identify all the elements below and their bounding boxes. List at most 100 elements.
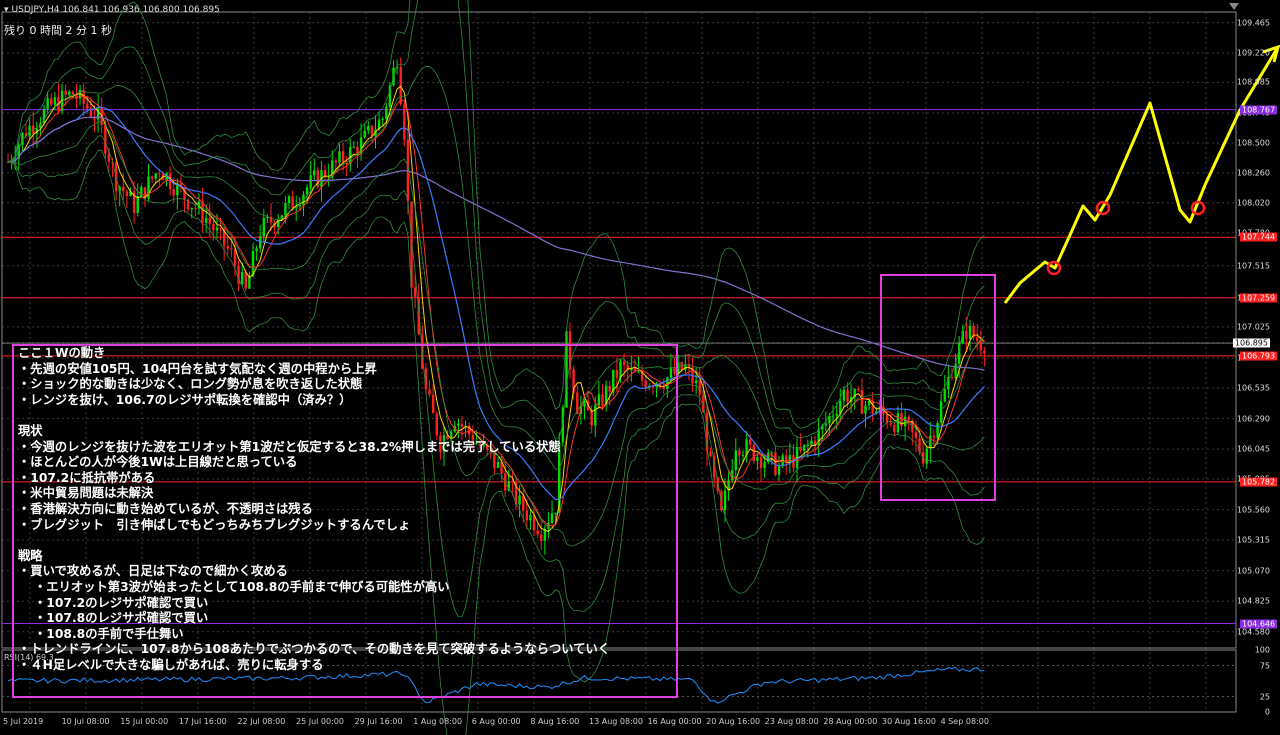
note-line: 現状 [18,423,43,438]
note-line: ・108.8の手前で手仕舞い [34,626,184,641]
candle-body [413,287,417,298]
candle-body [749,439,752,445]
candle-body [759,456,763,468]
candle-body [741,454,745,456]
time-tick-label: 1 Aug 08:00 [413,717,463,726]
note-line: ・ショック的な動きは少なく、ロング勢が息を吹き返した状態 [18,377,363,392]
candle-body [150,176,154,179]
candle-body [803,444,806,451]
note-line [18,533,610,549]
note-line: ・107.8のレジサポ確認で買い [34,611,209,626]
candle-body [615,369,619,378]
candle-body [269,216,273,223]
note-line: ・レンジを抜け、106.7のレジサポ転換を確認中（済み？） [18,392,352,407]
candle-body [136,196,139,214]
candle-body [305,187,309,195]
time-tick-label: 22 Jul 08:00 [237,717,286,726]
price-tick-label: 109.465 [1236,18,1270,28]
price-tick-label: 108.020 [1236,198,1270,208]
candle-body [673,368,676,374]
candle-body [226,245,229,249]
candle-body [381,118,384,120]
note-line [18,408,610,424]
candle-body [341,151,345,163]
price-tick-label: 106.535 [1236,383,1270,393]
time-tick-label: 10 Jul 08:00 [61,717,110,726]
time-tick-label: 13 Aug 08:00 [589,717,643,726]
price-tick-label: 105.315 [1236,535,1270,545]
candle-body [298,205,302,207]
candle-body [50,98,53,105]
candle-body [846,389,849,402]
level-badge: 105.782 [1240,477,1278,487]
candle-body [619,361,622,378]
candle-body [669,368,673,378]
note-line: ・107.2に抵抗帯がある [18,470,156,485]
candle-body [201,201,204,223]
candle-body [190,207,193,210]
candle-body [334,160,338,163]
time-tick-label: 25 Jul 00:00 [296,717,344,726]
level-badge: 106.793 [1240,351,1278,361]
rsi-tick-label: 0 [1264,707,1270,717]
candle-body [287,196,291,203]
candle-body [154,173,157,179]
time-tick-label: 30 Aug 16:00 [882,717,936,726]
note-line: ・トレンドラインに、107.8から108あたりでぶつかるので、その動きを見て突破… [18,642,611,657]
candle-body [86,103,89,109]
chart-header: ▾ USDJPY,H4 106.841 106.936 106.800 106.8… [4,5,220,15]
bar-countdown: 残り 0 時間 2 分 1 秒 [4,24,112,37]
price-tick-label: 108.260 [1236,168,1270,178]
candle-body [230,248,233,250]
candle-body [107,153,111,162]
candle-body [676,362,680,374]
candle-body [622,361,626,365]
level-badge: 107.259 [1240,293,1278,303]
candle-body [723,490,727,511]
note-line: ・ほとんどの人が今後1Wは上目線だと思っている [18,455,298,470]
analysis-note-text: ここ１Wの動き ・先週の安値105円、104円台を試す気配なく週の中程から上昇 ・シ… [18,346,610,673]
rsi-tick-label: 100 [1254,645,1270,655]
ma-long-line [7,116,985,371]
time-tick-label: 29 Jul 16:00 [354,717,403,726]
candle-body [212,224,215,231]
candle-body [694,380,698,384]
candle-body [158,173,161,175]
candle-body [262,217,266,237]
candle-body [194,207,197,209]
candle-body [777,465,781,475]
caret-down-icon[interactable]: ▾ [4,5,9,15]
level-badge: 107.744 [1240,232,1278,242]
level-badge: 104.646 [1240,619,1278,629]
note-line: ・香港解決方向に動き始めているが、不透明さは残る [18,501,313,516]
candle-body [644,380,647,388]
candle-body [363,130,366,138]
candle-body [122,186,125,192]
time-tick-label: 8 Aug 16:00 [530,717,580,726]
candle-body [96,107,100,120]
candle-body [352,146,356,148]
candle-body [172,189,175,196]
time-tick-label: 17 Jul 16:00 [178,717,227,726]
candle-body [864,405,867,414]
candle-body [248,276,251,289]
price-tick-label: 105.070 [1236,566,1270,576]
note-line: ここ１Wの動き [18,346,106,360]
candle-body [860,390,864,414]
candle-body [385,106,388,119]
candle-body [291,196,294,208]
candle-body [824,423,828,426]
note-line: ・米中貿易問題は未解決 [18,486,154,501]
note-line: 戦略 [18,548,43,563]
candle-body [817,429,820,447]
note-line: ・先週の安値105円、104円台を試す気配なく週の中程から上昇 [18,361,377,376]
chart-shift-marker[interactable] [1229,3,1239,10]
candle-body [709,451,712,457]
candle-body [215,227,219,231]
note-line: ・買いで攻めるが、日足は下なので細かく攻める [18,564,288,579]
candle-body [313,170,316,176]
candle-body [255,248,258,252]
price-tick-label: 107.515 [1236,261,1270,271]
candle-body [71,91,75,95]
price-tick-label: 109.220 [1236,48,1270,58]
